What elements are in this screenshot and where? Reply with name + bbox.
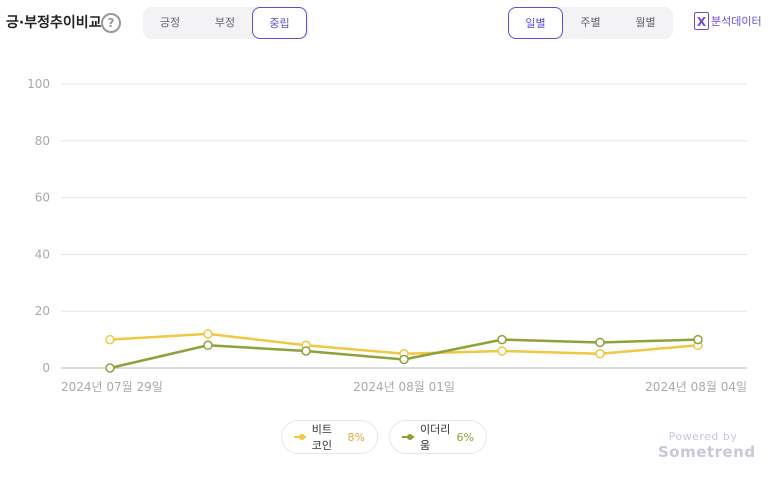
brand-name: Sometrend bbox=[658, 443, 756, 461]
y-tick-label: 60 bbox=[35, 191, 50, 205]
legend-marker-ethereum bbox=[402, 433, 415, 441]
y-tick-label: 80 bbox=[35, 134, 50, 148]
legend-marker-bitcoin bbox=[294, 433, 306, 441]
data-point-bitcoin bbox=[497, 346, 507, 356]
legend-item-bitcoin[interactable]: 비트코인 8% bbox=[281, 420, 378, 454]
powered-by-text: Powered by bbox=[668, 430, 738, 443]
sentiment-trend-chart: 0 20 40 60 80 100 2024년 07월 29일 2024년 08월 01일 20… bbox=[27, 77, 747, 394]
data-point-bitcoin bbox=[105, 334, 115, 345]
data-point-ethereum bbox=[693, 334, 703, 345]
y-tick-label: 20 bbox=[35, 304, 50, 318]
y-tick-label: 100 bbox=[27, 77, 50, 91]
y-tick-label: 0 bbox=[42, 361, 50, 375]
x-tick-label: 2024년 07월 29일 bbox=[61, 380, 163, 394]
data-point-ethereum bbox=[497, 334, 507, 345]
legend-label-ethereum: 이더리움 bbox=[420, 423, 451, 452]
powered-by-logo: Powered by Sometrend bbox=[658, 430, 756, 461]
legend-item-ethereum[interactable]: 이더리움 6% bbox=[389, 420, 487, 454]
data-point-ethereum bbox=[399, 354, 409, 365]
data-point-ethereum bbox=[595, 337, 605, 348]
legend-pct-bitcoin: 8% bbox=[347, 430, 365, 444]
data-point-bitcoin bbox=[595, 349, 605, 359]
data-point-ethereum bbox=[203, 340, 213, 351]
legend-label-bitcoin: 비트코인 bbox=[311, 423, 333, 452]
x-tick-label: 2024년 08월 01일 bbox=[353, 380, 455, 394]
legend-pct-ethereum: 6% bbox=[456, 430, 474, 444]
y-tick-label: 40 bbox=[35, 247, 50, 261]
data-point-bitcoin bbox=[203, 329, 213, 339]
data-point-ethereum bbox=[301, 346, 311, 356]
x-tick-label: 2024년 08월 04일 bbox=[645, 380, 747, 394]
data-point-ethereum bbox=[105, 363, 115, 373]
